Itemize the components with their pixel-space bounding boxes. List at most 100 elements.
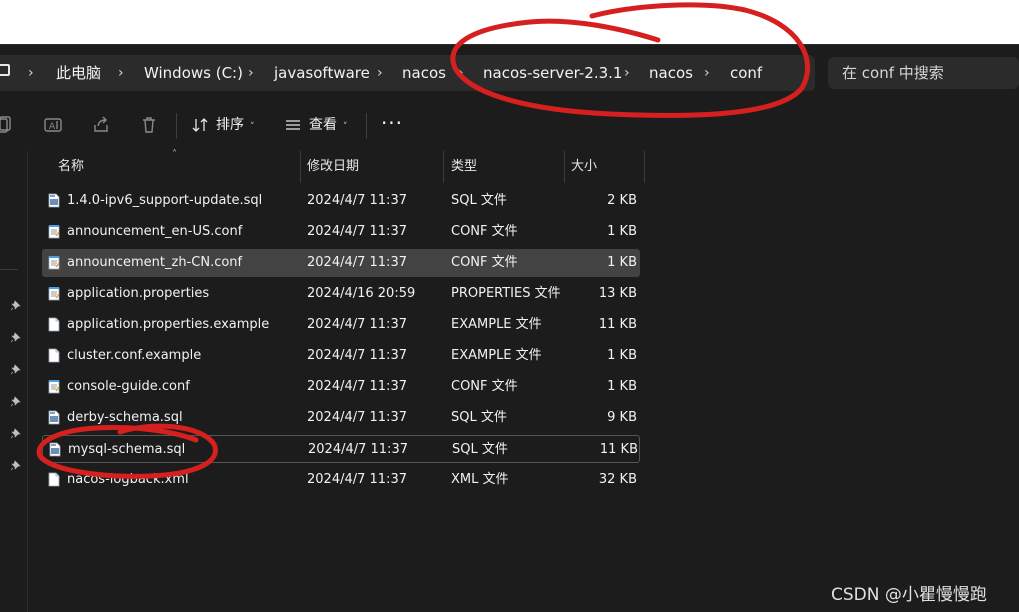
breadcrumb-item-conf[interactable]: conf bbox=[730, 55, 762, 91]
breadcrumb-separator: › bbox=[458, 65, 464, 81]
notepad-file-icon bbox=[48, 286, 60, 301]
file-modified-date: 2024/4/7 11:37 bbox=[308, 442, 408, 457]
toolbar-divider bbox=[366, 113, 367, 139]
breadcrumb-item-nacos-inner[interactable]: nacos bbox=[649, 55, 693, 91]
sql-file-icon bbox=[48, 410, 60, 425]
file-type: CONF 文件 bbox=[451, 379, 518, 394]
view-icon bbox=[286, 120, 300, 130]
file-size: 1 KB bbox=[607, 255, 637, 270]
file-modified-date: 2024/4/7 11:37 bbox=[307, 472, 407, 487]
pin-icon[interactable] bbox=[10, 424, 22, 439]
file-modified-date: 2024/4/7 11:37 bbox=[307, 379, 407, 394]
file-row[interactable]: application.properties 2024/4/16 20:59 PRO… bbox=[42, 280, 640, 308]
breadcrumb-separator: › bbox=[624, 65, 630, 81]
view-button[interactable]: 查看 ˅ bbox=[285, 107, 348, 143]
file-row[interactable]: 1.4.0-ipv6_support-update.sql 2024/4/7 11… bbox=[42, 187, 640, 215]
chevron-down-icon: ˅ bbox=[343, 122, 348, 132]
column-header-modified[interactable]: 修改日期 bbox=[307, 151, 359, 183]
file-type: CONF 文件 bbox=[451, 224, 518, 239]
search-input[interactable]: 在 conf 中搜索 bbox=[828, 57, 1019, 89]
column-divider[interactable] bbox=[644, 151, 645, 183]
notepad-file-icon bbox=[48, 255, 60, 270]
file-modified-date: 2024/4/7 11:37 bbox=[307, 317, 407, 332]
pin-icon[interactable] bbox=[10, 328, 22, 343]
file-type: SQL 文件 bbox=[451, 410, 507, 425]
copy-icon[interactable] bbox=[0, 115, 14, 135]
file-row[interactable]: console-guide.conf 2024/4/7 11:37 CONF 文件 1… bbox=[42, 373, 640, 401]
breadcrumb-separator: › bbox=[248, 65, 254, 81]
file-row[interactable]: cluster.conf.example 2024/4/7 11:37 EXAMPL… bbox=[42, 342, 640, 370]
blank-file-icon bbox=[48, 348, 60, 363]
breadcrumb-item-this-pc[interactable]: 此电脑 bbox=[56, 55, 101, 91]
breadcrumb-item-nacos[interactable]: nacos bbox=[402, 55, 446, 91]
navigation-pane bbox=[0, 151, 28, 612]
nav-divider bbox=[0, 269, 18, 270]
view-label: 查看 bbox=[309, 117, 337, 133]
file-size: 13 KB bbox=[598, 286, 637, 301]
csdn-watermark: CSDN @小瞿慢慢跑 bbox=[831, 585, 987, 605]
pin-icon[interactable] bbox=[10, 360, 22, 375]
breadcrumb-separator: › bbox=[28, 65, 34, 81]
breadcrumb-item-javasoftware[interactable]: javasoftware bbox=[274, 55, 370, 91]
delete-icon[interactable] bbox=[139, 115, 159, 135]
file-modified-date: 2024/4/7 11:37 bbox=[307, 224, 407, 239]
breadcrumb-separator: › bbox=[118, 65, 124, 81]
file-row[interactable]: announcement_en-US.conf 2024/4/7 11:37 CON… bbox=[42, 218, 640, 246]
sort-button[interactable]: 排序 ˅ bbox=[192, 107, 255, 143]
notepad-file-icon bbox=[48, 224, 60, 239]
column-header-type[interactable]: 类型 bbox=[451, 151, 477, 183]
notepad-file-icon bbox=[48, 379, 60, 394]
file-name: console-guide.conf bbox=[67, 379, 190, 394]
page-top-margin bbox=[0, 0, 1019, 44]
column-divider[interactable] bbox=[300, 151, 301, 183]
file-modified-date: 2024/4/7 11:37 bbox=[307, 255, 407, 270]
blank-file-icon bbox=[48, 317, 60, 332]
file-size: 1 KB bbox=[607, 224, 637, 239]
file-modified-date: 2024/4/7 11:37 bbox=[307, 193, 407, 208]
toolbar-divider bbox=[176, 113, 177, 139]
blank-file-icon bbox=[48, 472, 60, 487]
more-options-button[interactable]: ··· bbox=[380, 109, 404, 141]
file-size: 11 KB bbox=[598, 317, 637, 332]
pin-icon[interactable] bbox=[10, 392, 22, 407]
file-size: 2 KB bbox=[607, 193, 637, 208]
file-type: PROPERTIES 文件 bbox=[451, 286, 561, 301]
file-row[interactable]: derby-schema.sql 2024/4/7 11:37 SQL 文件 9 KB bbox=[42, 404, 640, 432]
column-header-size[interactable]: 大小 bbox=[571, 151, 597, 183]
column-divider[interactable] bbox=[443, 151, 444, 183]
sql-file-icon bbox=[49, 442, 61, 457]
address-bar[interactable]: › 此电脑 › Windows (C:) › javasoftware › na… bbox=[0, 55, 815, 91]
address-row: › 此电脑 › Windows (C:) › javasoftware › na… bbox=[0, 55, 1019, 91]
column-header-name[interactable]: 名称 bbox=[58, 151, 84, 183]
file-name: announcement_zh-CN.conf bbox=[67, 255, 243, 270]
file-type: SQL 文件 bbox=[452, 442, 508, 457]
file-modified-date: 2024/4/7 11:37 bbox=[307, 410, 407, 425]
file-row[interactable]: announcement_zh-CN.conf 2024/4/7 11:37 CON… bbox=[42, 249, 640, 277]
computer-icon[interactable] bbox=[0, 64, 10, 76]
breadcrumb-separator: › bbox=[704, 65, 710, 81]
file-name: mysql-schema.sql bbox=[68, 442, 186, 457]
file-type: EXAMPLE 文件 bbox=[451, 348, 542, 363]
rename-icon[interactable]: A bbox=[43, 115, 63, 135]
svg-text:A: A bbox=[49, 122, 56, 132]
file-type: XML 文件 bbox=[451, 472, 509, 487]
file-type: EXAMPLE 文件 bbox=[451, 317, 542, 332]
file-row[interactable]: mysql-schema.sql 2024/4/7 11:37 SQL 文件 11 K… bbox=[42, 435, 640, 463]
breadcrumb-item-windows-c[interactable]: Windows (C:) bbox=[144, 55, 243, 91]
pin-icon[interactable] bbox=[10, 456, 22, 471]
file-size: 9 KB bbox=[607, 410, 637, 425]
file-row[interactable]: application.properties.example 2024/4/7 1… bbox=[42, 311, 640, 339]
file-name: nacos-logback.xml bbox=[67, 472, 189, 487]
breadcrumb-item-nacos-server[interactable]: nacos-server-2.3.1 bbox=[483, 55, 622, 91]
column-divider[interactable] bbox=[564, 151, 565, 183]
share-icon[interactable] bbox=[91, 115, 111, 135]
file-size: 1 KB bbox=[607, 379, 637, 394]
file-row[interactable]: nacos-logback.xml 2024/4/7 11:37 XML 文件 32 … bbox=[42, 466, 640, 494]
file-modified-date: 2024/4/16 20:59 bbox=[307, 286, 416, 301]
search-placeholder: 在 conf 中搜索 bbox=[842, 64, 944, 82]
command-bar: A 排序 ˅ 查看 ˅ ··· bbox=[0, 107, 1019, 143]
pin-icon[interactable] bbox=[10, 296, 22, 311]
sort-ascending-icon: ˄ bbox=[172, 149, 177, 160]
chevron-down-icon: ˅ bbox=[250, 122, 255, 132]
file-explorer-window: › 此电脑 › Windows (C:) › javasoftware › na… bbox=[0, 44, 1019, 612]
